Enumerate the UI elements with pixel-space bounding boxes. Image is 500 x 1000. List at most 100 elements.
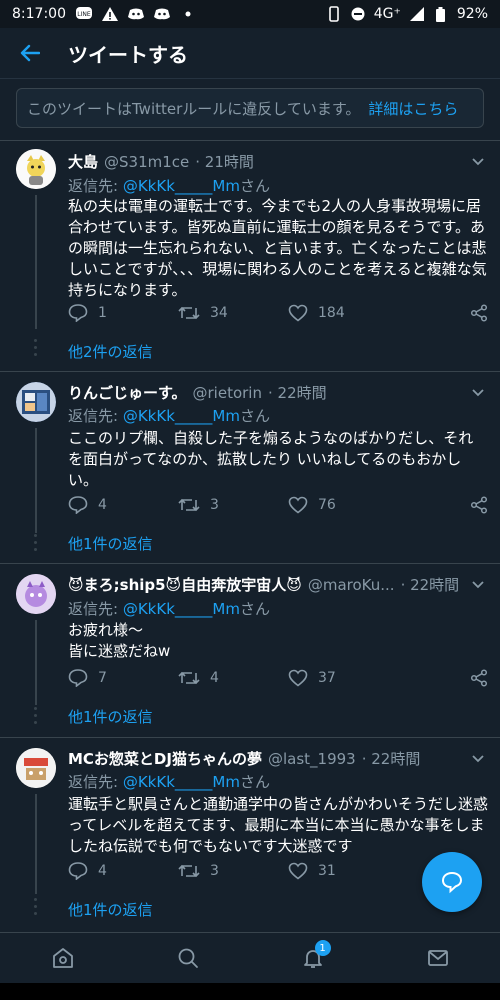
share-icon	[470, 669, 488, 687]
tweet-text: ここのリプ欄、自殺した子を煽るようなのばかりだし、それを面白がってなのか、拡散し…	[68, 429, 474, 489]
heart-icon	[288, 669, 308, 687]
nav-home[interactable]	[43, 938, 83, 978]
share-icon	[470, 304, 488, 322]
avatar[interactable]	[16, 382, 56, 422]
retweet-count: 34	[210, 305, 228, 321]
reply-to: 返信先: @KkKk_____Mmさん	[68, 771, 270, 792]
display-name[interactable]: 大島	[68, 151, 98, 172]
tweet-time: · 22時間	[400, 576, 460, 594]
retweet-icon	[178, 864, 200, 878]
tweet-3[interactable]: 😈まろ;ship5😈自由奔放宇宙人😈 @maroKu... · 22時間 返信先…	[0, 564, 500, 736]
chevron-down-icon[interactable]	[470, 384, 486, 400]
retweet-count: 4	[210, 670, 219, 686]
mention-link[interactable]: @KkKk_____Mm	[123, 600, 240, 618]
reply-count: 1	[98, 305, 107, 321]
retweet-button[interactable]: 3	[178, 496, 288, 514]
retweet-icon	[178, 671, 200, 685]
more-replies-link[interactable]: 他1件の返信	[68, 899, 153, 920]
reply-icon	[68, 304, 88, 322]
thread-line	[35, 195, 37, 329]
reply-to-label: 返信先:	[68, 407, 119, 425]
vibrate-icon	[326, 6, 342, 22]
thread-dots	[34, 339, 38, 360]
retweet-icon	[178, 498, 200, 512]
display-name[interactable]: MCお惣菜とDJ猫ちゃんの夢	[68, 748, 262, 769]
reply-icon	[68, 496, 88, 514]
mention-link[interactable]: @KkKk_____Mm	[123, 177, 240, 195]
tweet-2[interactable]: りんごじゅーす。 @rietorin · 22時間 返信先: @KkKk____…	[0, 372, 500, 562]
like-count: 184	[318, 305, 345, 321]
heart-icon	[288, 862, 308, 880]
do-not-disturb-icon	[350, 6, 366, 22]
retweet-button[interactable]: 3	[178, 862, 288, 880]
more-replies-link[interactable]: 他1件の返信	[68, 706, 153, 727]
like-button[interactable]: 184	[288, 304, 398, 322]
tweet-text: 私の夫は電車の運転士です。今までも2人の人身事故現場に居合わせています。皆死ぬ直…	[68, 197, 487, 299]
tweet-actions: 7 4 37	[68, 666, 488, 690]
heart-icon	[288, 304, 308, 322]
reply-to-label: 返信先:	[68, 773, 119, 791]
reply-button[interactable]: 4	[68, 862, 178, 880]
reply-to-label: 返信先:	[68, 600, 119, 618]
thread-line	[35, 794, 37, 894]
retweet-button[interactable]: 4	[178, 669, 288, 687]
share-button[interactable]	[470, 304, 488, 322]
nav-notifications[interactable]: 1	[293, 938, 333, 978]
avatar[interactable]	[16, 149, 56, 189]
nav-search[interactable]	[168, 938, 208, 978]
chevron-down-icon[interactable]	[470, 750, 486, 766]
tweet-1[interactable]: 大島 @S31m1ce · 21時間 返信先: @KkKk_____Mmさん 私…	[0, 141, 500, 371]
more-replies-link[interactable]: 他1件の返信	[68, 533, 153, 554]
like-button[interactable]: 37	[288, 669, 398, 687]
mention-link[interactable]: @KkKk_____Mm	[123, 773, 240, 791]
thread-dots	[34, 898, 38, 919]
like-button[interactable]: 31	[288, 862, 398, 880]
share-icon	[470, 496, 488, 514]
mention-link[interactable]: @KkKk_____Mm	[123, 407, 240, 425]
arrow-left-icon	[20, 44, 40, 62]
back-button[interactable]	[12, 35, 48, 71]
display-name[interactable]: りんごじゅーす。	[68, 382, 187, 403]
display-name[interactable]: 😈まろ;ship5😈自由奔放宇宙人😈	[68, 574, 302, 595]
signal-icon	[409, 6, 425, 22]
learn-more-link[interactable]: 詳細はこちら	[368, 98, 458, 119]
avatar[interactable]	[16, 574, 56, 614]
retweet-button[interactable]: 34	[178, 304, 288, 322]
reply-icon	[68, 669, 88, 687]
tweet-time: · 22時間	[361, 750, 421, 768]
share-button[interactable]	[470, 496, 488, 514]
user-handle: @rietorin	[192, 383, 262, 402]
tweet-time: · 21時間	[195, 153, 254, 171]
thread-line	[35, 428, 37, 533]
user-handle: @maroKu...	[307, 575, 395, 594]
chevron-down-icon[interactable]	[470, 576, 486, 592]
reply-count: 4	[98, 863, 107, 879]
app-header: ツイートする	[0, 28, 500, 79]
battery-percent: 92%	[456, 6, 488, 22]
tweet-4[interactable]: MCお惣菜とDJ猫ちゃんの夢 @last_1993 · 22時間 返信先: @K…	[0, 738, 500, 930]
avatar[interactable]	[16, 748, 56, 788]
user-handle: @S31m1ce	[104, 152, 190, 171]
honorific: さん	[239, 600, 270, 618]
reply-to: 返信先: @KkKk_____Mmさん	[68, 405, 270, 426]
chevron-down-icon[interactable]	[470, 153, 486, 169]
compose-reply-button[interactable]	[422, 852, 482, 912]
more-replies-link[interactable]: 他2件の返信	[68, 341, 153, 362]
reply-button[interactable]: 1	[68, 304, 178, 322]
thread-dots	[34, 707, 38, 728]
mail-icon	[427, 950, 448, 966]
heart-icon	[288, 496, 308, 514]
nav-messages[interactable]	[418, 938, 458, 978]
reply-count: 4	[98, 497, 107, 513]
reply-button[interactable]: 7	[68, 669, 178, 687]
tweet-text: 運転手と駅員さんと通勤通学中の皆さんがかわいそうだし迷惑ってレベルを超えてます、…	[68, 795, 489, 855]
retweet-icon	[178, 306, 200, 320]
share-button[interactable]	[470, 669, 488, 687]
like-count: 31	[318, 863, 336, 879]
bottom-navigation: 1	[0, 932, 500, 983]
reply-button[interactable]: 4	[68, 496, 178, 514]
reply-to-label: 返信先:	[68, 177, 119, 195]
like-button[interactable]: 76	[288, 496, 398, 514]
status-time: 8:17:00	[12, 6, 66, 22]
thread-dots	[34, 534, 38, 555]
